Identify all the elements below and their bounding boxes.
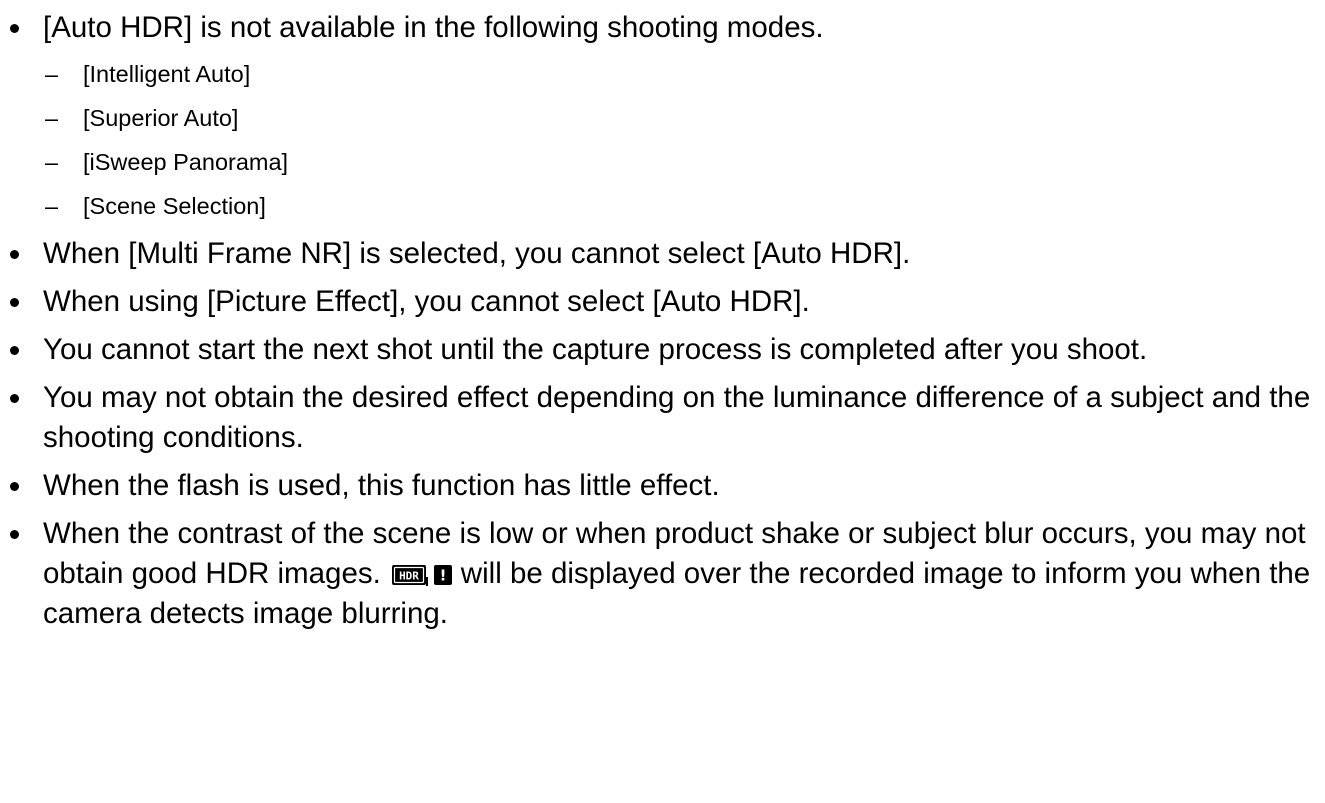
bullet-text: [Auto HDR] is not available in the follo… (43, 11, 824, 44)
dash-marker: – (45, 193, 59, 219)
bullet-icon (10, 250, 19, 259)
hdr-warning-icon: HDR ! (391, 563, 453, 587)
list-item: When the contrast of the scene is low or… (0, 514, 1325, 634)
hdr-icon-label: HDR (399, 570, 419, 583)
sub-item-text: [Intelligent Auto] (83, 61, 251, 87)
list-item: When using [Picture Effect], you cannot … (0, 282, 1325, 322)
bullet-icon (10, 298, 19, 307)
bullet-icon (10, 530, 19, 539)
dash-marker: – (45, 149, 59, 175)
document-page: [Auto HDR] is not available in the follo… (0, 0, 1325, 803)
dash-marker: – (45, 105, 59, 131)
list-item: You cannot start the next shot until the… (0, 330, 1325, 370)
bullet-icon (10, 394, 19, 403)
bullet-icon (10, 346, 19, 355)
sub-item-text: [iSweep Panorama] (83, 149, 289, 175)
sub-list-item: – [Superior Auto] (43, 100, 1325, 136)
sub-item-text: [Scene Selection] (83, 193, 266, 219)
list-item: When [Multi Frame NR] is selected, you c… (0, 234, 1325, 274)
notes-list: [Auto HDR] is not available in the follo… (0, 8, 1325, 642)
bullet-text: You may not obtain the desired effect de… (43, 381, 1311, 454)
bullet-icon (10, 24, 19, 33)
bullet-text: You cannot start the next shot until the… (43, 333, 1148, 366)
bullet-text: When the flash is used, this function ha… (43, 469, 720, 502)
sub-item-text: [Superior Auto] (83, 105, 239, 131)
bullet-text: When using [Picture Effect], you cannot … (43, 285, 810, 318)
bullet-icon (10, 482, 19, 491)
shooting-modes-sublist: – [Intelligent Auto] – [Superior Auto] –… (43, 56, 1325, 224)
sub-list-item: – [iSweep Panorama] (43, 144, 1325, 180)
hdr-icon-mark: ! (439, 567, 446, 585)
list-item: [Auto HDR] is not available in the follo… (0, 8, 1325, 224)
sub-list-item: – [Intelligent Auto] (43, 56, 1325, 92)
sub-list-item: – [Scene Selection] (43, 188, 1325, 224)
dash-marker: – (45, 61, 59, 87)
list-item: You may not obtain the desired effect de… (0, 378, 1325, 458)
list-item: When the flash is used, this function ha… (0, 466, 1325, 506)
bullet-text: When [Multi Frame NR] is selected, you c… (43, 237, 911, 270)
